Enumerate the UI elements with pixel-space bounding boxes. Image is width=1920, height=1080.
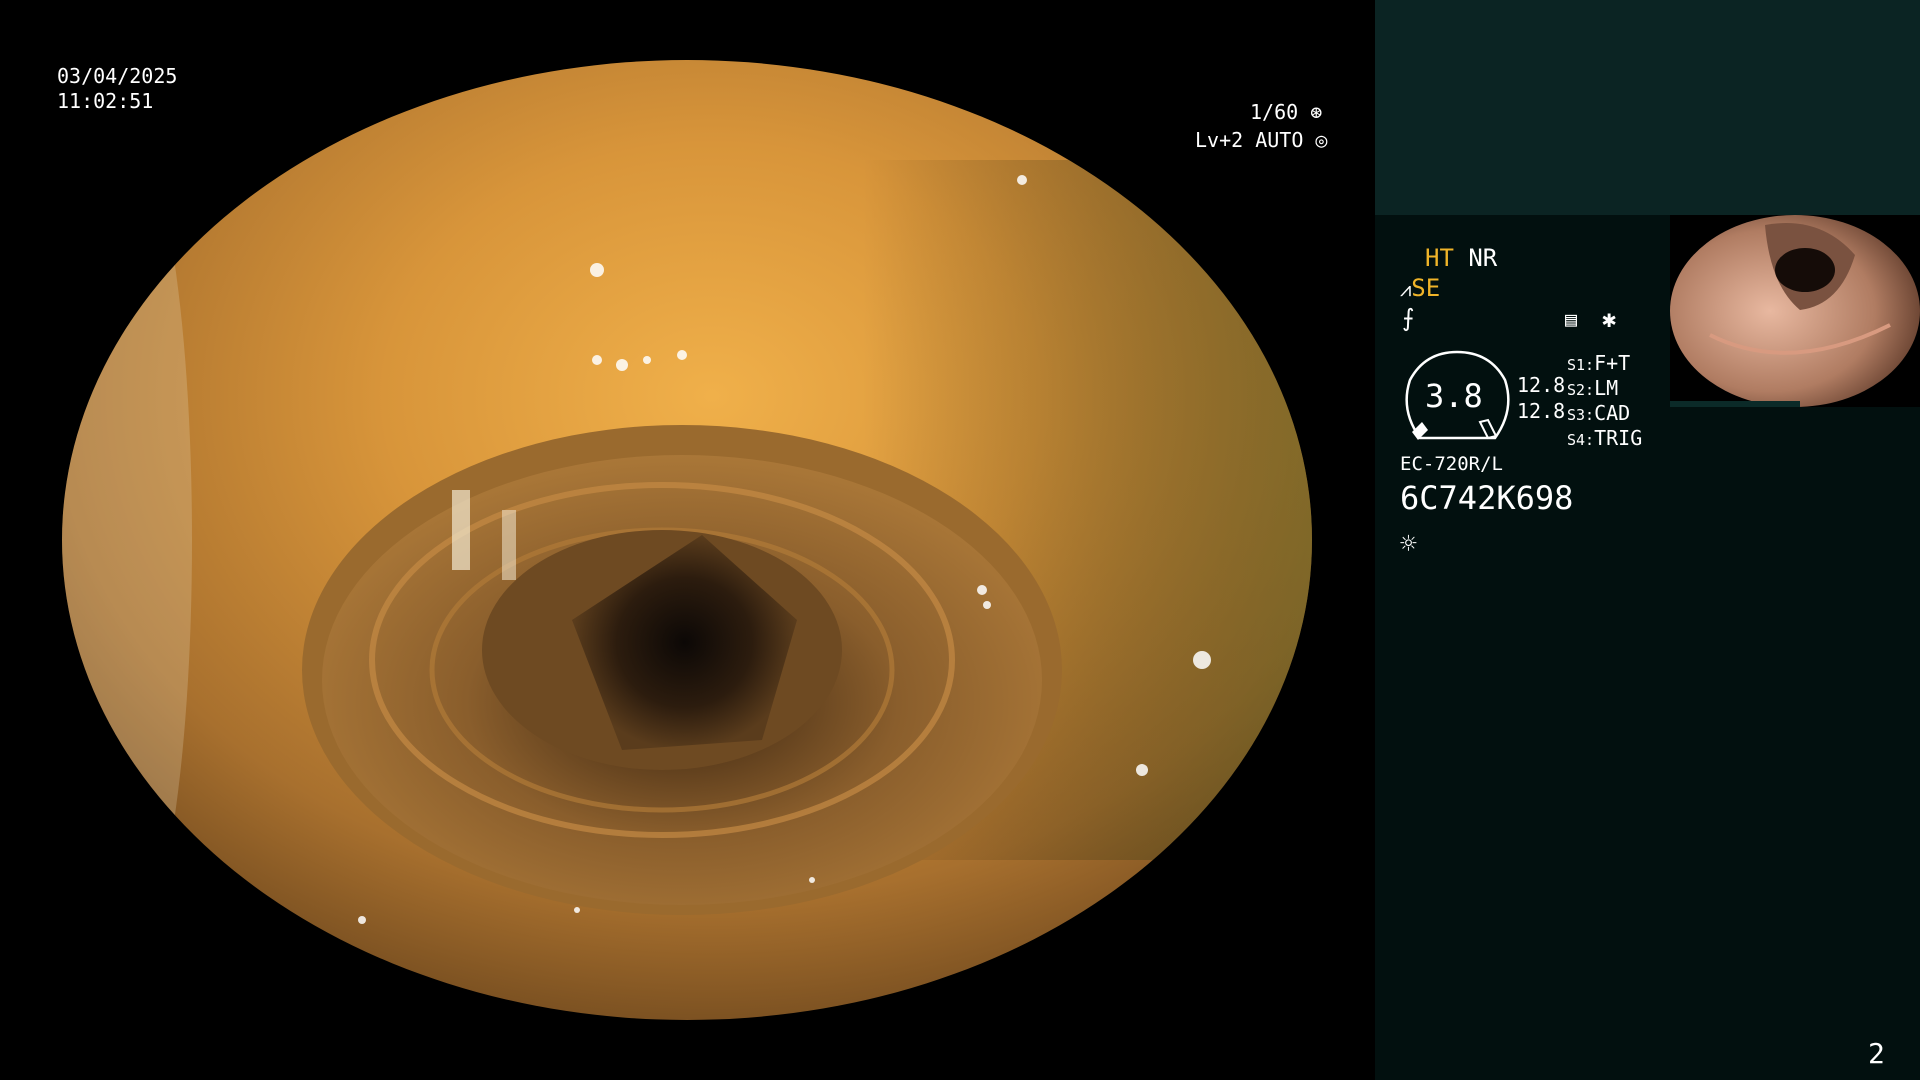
thumbnail-image (1670, 215, 1920, 407)
shutter-readout: 1/60 ⊛ (1250, 100, 1322, 125)
color-mode-icon: ⨍ (1402, 304, 1415, 332)
panel-header-area (1375, 0, 1920, 215)
scope-serial: 6C742K698 (1400, 479, 1574, 517)
structure-enhance-icon: ⩘ (1400, 277, 1412, 301)
s2-value: LM (1594, 376, 1619, 400)
s1-value: F+T (1594, 351, 1631, 375)
level-readout: Lv+2 AUTO ◎ (1195, 128, 1327, 153)
se-label: SE (1411, 274, 1441, 302)
previous-capture-thumbnail[interactable] (1670, 215, 1920, 407)
s1-key: S1: (1567, 356, 1595, 374)
s4-value: TRIG (1594, 426, 1643, 450)
s3-value: CAD (1594, 401, 1631, 425)
shutter-label: 1/60 (1250, 100, 1299, 124)
ht-label: HT (1425, 244, 1454, 272)
se-row: ⩘SE (1400, 274, 1440, 303)
colon-lumen-image (62, 60, 1312, 1020)
asterisk-icon: ✱ (1602, 305, 1617, 333)
light-sun-icon: ☼ (1400, 527, 1417, 560)
value-a: 12.8 (1517, 373, 1566, 397)
s4-key: S4: (1567, 431, 1595, 449)
level-label: Lv+2 AUTO (1195, 128, 1304, 152)
scope-model: EC-720R/L (1400, 453, 1503, 475)
s4-row: S4:TRIG (1567, 424, 1642, 454)
s3-key: S3: (1567, 406, 1595, 424)
page-number: 2 (1868, 1037, 1885, 1070)
ht-nr-row: HT NR (1425, 244, 1497, 272)
memo-icon: ▤ (1565, 307, 1578, 331)
value-b: 12.8 (1517, 399, 1566, 423)
date-label: 03/04/2025 (57, 64, 178, 88)
nr-label: NR (1468, 244, 1498, 272)
status-panel: HT NR ⩘SE ⨍ ▤ ✱ 3.8 12.8 12.8 S1:F+T S2:… (1375, 0, 1920, 1080)
aperture-icon: ⊛ (1310, 100, 1323, 124)
gauge-value: 3.8 (1425, 377, 1483, 415)
s2-key: S2: (1567, 381, 1595, 399)
endoscope-view (62, 60, 1312, 1020)
iris-icon: ◎ (1315, 128, 1328, 152)
time-label: 11:02:51 (57, 89, 154, 113)
